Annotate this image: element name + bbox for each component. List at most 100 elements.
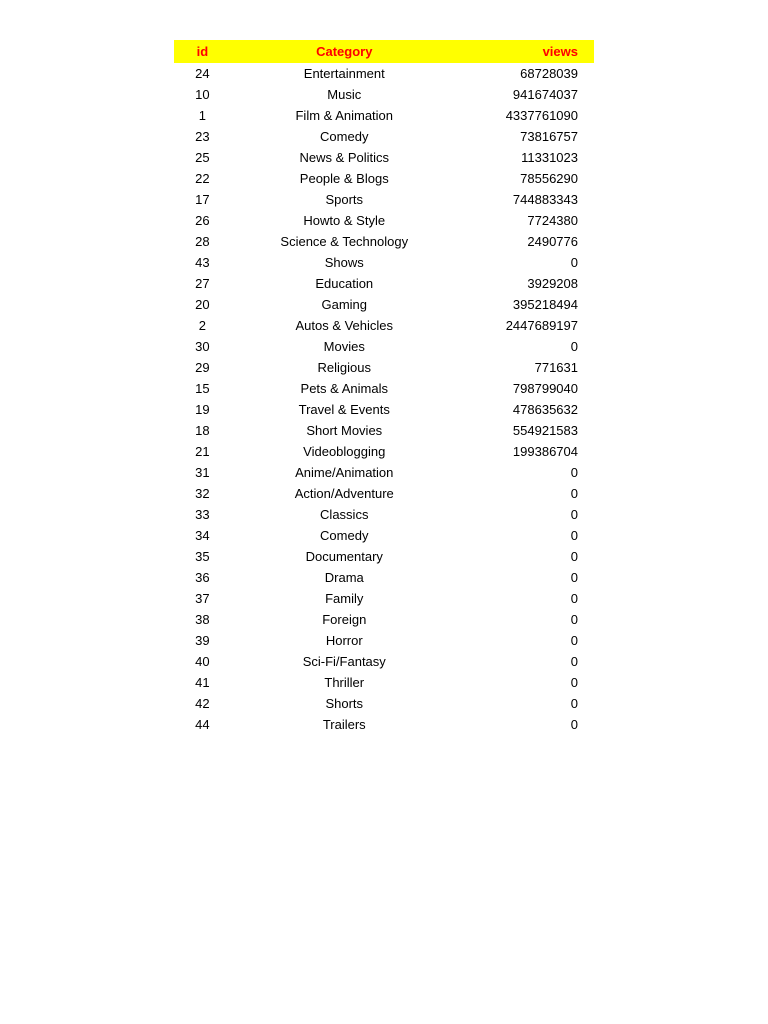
cell-category: Short Movies xyxy=(231,420,458,441)
cell-category: Action/Adventure xyxy=(231,483,458,504)
cell-views: 744883343 xyxy=(458,189,594,210)
table-row: 15Pets & Animals798799040 xyxy=(174,378,594,399)
cell-views: 78556290 xyxy=(458,168,594,189)
cell-id: 41 xyxy=(174,672,231,693)
table-row: 42Shorts0 xyxy=(174,693,594,714)
table-row: 39Horror0 xyxy=(174,630,594,651)
cell-views: 0 xyxy=(458,336,594,357)
cell-id: 31 xyxy=(174,462,231,483)
cell-views: 0 xyxy=(458,483,594,504)
cell-category: Horror xyxy=(231,630,458,651)
table-row: 18Short Movies554921583 xyxy=(174,420,594,441)
cell-id: 39 xyxy=(174,630,231,651)
cell-category: Shorts xyxy=(231,693,458,714)
table-row: 2Autos & Vehicles2447689197 xyxy=(174,315,594,336)
data-table: id Category views 24Entertainment6872803… xyxy=(174,40,594,735)
cell-category: Science & Technology xyxy=(231,231,458,252)
table-row: 34Comedy0 xyxy=(174,525,594,546)
table-row: 26Howto & Style7724380 xyxy=(174,210,594,231)
table-row: 24Entertainment68728039 xyxy=(174,63,594,84)
cell-category: Entertainment xyxy=(231,63,458,84)
cell-category: Sci-Fi/Fantasy xyxy=(231,651,458,672)
cell-category: Sports xyxy=(231,189,458,210)
cell-id: 43 xyxy=(174,252,231,273)
table-row: 25News & Politics11331023 xyxy=(174,147,594,168)
table-row: 33Classics0 xyxy=(174,504,594,525)
table-row: 17Sports744883343 xyxy=(174,189,594,210)
table-row: 10Music941674037 xyxy=(174,84,594,105)
cell-id: 10 xyxy=(174,84,231,105)
table-row: 32Action/Adventure0 xyxy=(174,483,594,504)
cell-id: 28 xyxy=(174,231,231,252)
cell-views: 0 xyxy=(458,672,594,693)
table-row: 43Shows0 xyxy=(174,252,594,273)
cell-category: Autos & Vehicles xyxy=(231,315,458,336)
cell-id: 2 xyxy=(174,315,231,336)
cell-id: 40 xyxy=(174,651,231,672)
cell-views: 0 xyxy=(458,651,594,672)
cell-views: 0 xyxy=(458,630,594,651)
cell-views: 0 xyxy=(458,525,594,546)
header-category: Category xyxy=(231,40,458,63)
cell-views: 0 xyxy=(458,693,594,714)
cell-category: Drama xyxy=(231,567,458,588)
table-row: 23Comedy73816757 xyxy=(174,126,594,147)
cell-id: 18 xyxy=(174,420,231,441)
cell-id: 33 xyxy=(174,504,231,525)
cell-views: 0 xyxy=(458,714,594,735)
cell-category: Shows xyxy=(231,252,458,273)
cell-category: Classics xyxy=(231,504,458,525)
cell-category: Comedy xyxy=(231,126,458,147)
cell-id: 20 xyxy=(174,294,231,315)
cell-views: 0 xyxy=(458,567,594,588)
cell-views: 2447689197 xyxy=(458,315,594,336)
cell-category: News & Politics xyxy=(231,147,458,168)
cell-id: 42 xyxy=(174,693,231,714)
cell-id: 32 xyxy=(174,483,231,504)
cell-category: Trailers xyxy=(231,714,458,735)
cell-category: Religious xyxy=(231,357,458,378)
cell-views: 0 xyxy=(458,609,594,630)
cell-category: People & Blogs xyxy=(231,168,458,189)
cell-views: 0 xyxy=(458,546,594,567)
cell-category: Gaming xyxy=(231,294,458,315)
table-row: 27Education3929208 xyxy=(174,273,594,294)
cell-id: 25 xyxy=(174,147,231,168)
table-row: 1Film & Animation4337761090 xyxy=(174,105,594,126)
table-row: 37Family0 xyxy=(174,588,594,609)
cell-id: 17 xyxy=(174,189,231,210)
table-row: 44Trailers0 xyxy=(174,714,594,735)
cell-views: 0 xyxy=(458,252,594,273)
cell-category: Comedy xyxy=(231,525,458,546)
table-row: 41Thriller0 xyxy=(174,672,594,693)
cell-category: Documentary xyxy=(231,546,458,567)
cell-id: 35 xyxy=(174,546,231,567)
cell-views: 478635632 xyxy=(458,399,594,420)
cell-views: 0 xyxy=(458,462,594,483)
cell-id: 15 xyxy=(174,378,231,399)
table-row: 21Videoblogging199386704 xyxy=(174,441,594,462)
cell-id: 21 xyxy=(174,441,231,462)
header-views: views xyxy=(458,40,594,63)
cell-views: 11331023 xyxy=(458,147,594,168)
cell-views: 4337761090 xyxy=(458,105,594,126)
cell-views: 395218494 xyxy=(458,294,594,315)
table-row: 35Documentary0 xyxy=(174,546,594,567)
cell-category: Thriller xyxy=(231,672,458,693)
cell-views: 0 xyxy=(458,504,594,525)
table-row: 20Gaming395218494 xyxy=(174,294,594,315)
cell-views: 798799040 xyxy=(458,378,594,399)
cell-id: 37 xyxy=(174,588,231,609)
header-id: id xyxy=(174,40,231,63)
table-row: 19Travel & Events478635632 xyxy=(174,399,594,420)
table-row: 22People & Blogs78556290 xyxy=(174,168,594,189)
cell-views: 2490776 xyxy=(458,231,594,252)
cell-category: Education xyxy=(231,273,458,294)
cell-views: 3929208 xyxy=(458,273,594,294)
cell-views: 199386704 xyxy=(458,441,594,462)
table-row: 30Movies0 xyxy=(174,336,594,357)
cell-views: 0 xyxy=(458,588,594,609)
cell-views: 73816757 xyxy=(458,126,594,147)
cell-category: Music xyxy=(231,84,458,105)
table-row: 40Sci-Fi/Fantasy0 xyxy=(174,651,594,672)
